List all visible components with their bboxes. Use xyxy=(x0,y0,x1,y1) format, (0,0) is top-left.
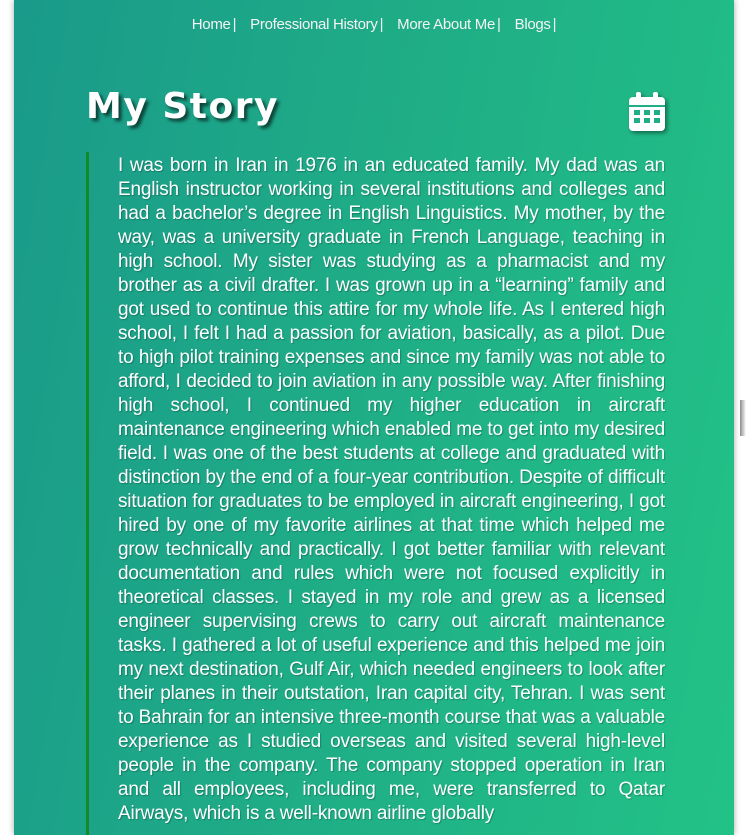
nav-separator: | xyxy=(497,16,501,33)
story-container: I was born in Iran in 1976 in an educate… xyxy=(86,152,667,835)
section-title: My Story xyxy=(86,86,279,127)
story-paragraph: I was born in Iran in 1976 in an educate… xyxy=(118,155,665,824)
nav-link-professional-history[interactable]: Professional History xyxy=(250,16,378,33)
nav-group-home: Home | xyxy=(192,16,237,33)
nav-separator: | xyxy=(379,16,384,33)
nav-separator: | xyxy=(552,16,557,33)
nav-separator: | xyxy=(232,16,237,33)
nav-group-professional-history: Professional History | xyxy=(250,16,383,33)
page-background: Home | Professional History | More About… xyxy=(14,0,734,835)
calendar-icon[interactable] xyxy=(628,92,666,132)
nav-group-blogs: Blogs | xyxy=(515,16,557,33)
nav-link-blogs[interactable]: Blogs xyxy=(515,16,551,33)
nav-group-more-about-me: More About Me | xyxy=(397,16,501,33)
top-navigation: Home | Professional History | More About… xyxy=(14,16,734,33)
scrollbar-edge xyxy=(740,400,746,436)
nav-link-home[interactable]: Home xyxy=(192,16,231,33)
nav-link-more-about-me[interactable]: More About Me xyxy=(397,16,495,33)
